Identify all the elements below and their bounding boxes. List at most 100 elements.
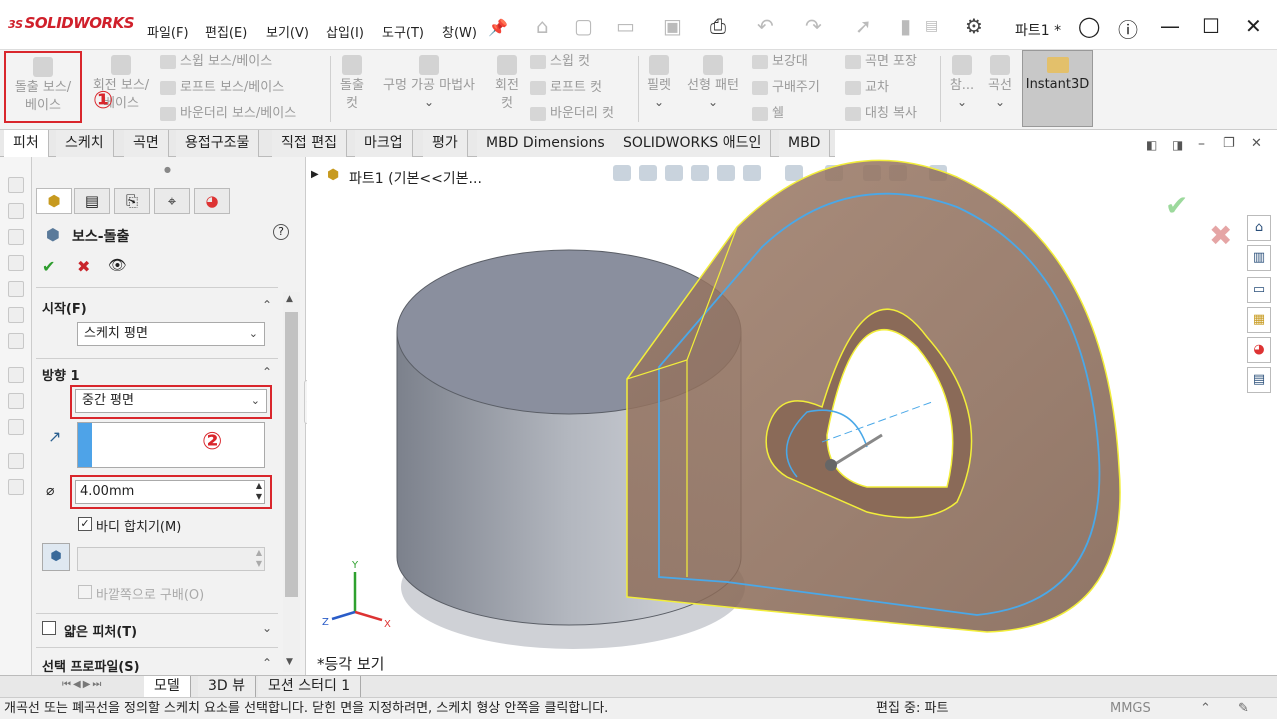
tab-sketch[interactable]: 스케치: [56, 130, 114, 157]
reference-geometry-button[interactable]: 참... ⌄: [945, 55, 979, 109]
from-section-header[interactable]: 시작(F): [42, 298, 87, 317]
tab-dimxpert[interactable]: ⌖: [154, 188, 190, 214]
tab-configuration-manager[interactable]: ⎘: [114, 188, 150, 214]
options-gear-icon[interactable]: ⚙: [965, 14, 983, 38]
menu-tools[interactable]: 도구(T): [382, 22, 424, 41]
spin-down-icon[interactable]: ▼: [256, 492, 262, 502]
scroll-down-icon[interactable]: ▼: [286, 657, 293, 667]
menu-view[interactable]: 보기(V): [266, 22, 309, 41]
taskpane-design-library-icon[interactable]: ▥: [1247, 245, 1271, 271]
tab-feature-manager[interactable]: ⬢: [36, 188, 72, 214]
status-settings-icon[interactable]: ✎: [1238, 698, 1249, 720]
end-condition-select[interactable]: 중간 평면 ⌄: [75, 389, 267, 413]
extrude-boss-button[interactable]: 돌출 보스/ 베이스: [4, 51, 82, 123]
cancel-button[interactable]: ✖: [77, 257, 90, 276]
tab-markup[interactable]: 마크업: [355, 130, 413, 157]
model-graphics[interactable]: Y X Z: [307, 157, 1277, 677]
strip-tool-icon[interactable]: [8, 177, 24, 193]
scroll-up-icon[interactable]: ▲: [286, 294, 293, 304]
hole-wizard-button[interactable]: 구멍 가공 마법사 ⌄: [374, 55, 484, 109]
help-icon[interactable]: ⓘ: [1118, 14, 1138, 43]
tab-mbd[interactable]: MBD: [779, 130, 831, 157]
tab-display-manager[interactable]: ◕: [194, 188, 230, 214]
menu-insert[interactable]: 삽입(I): [326, 22, 364, 41]
tab-motion-study[interactable]: 모션 스터디 1: [258, 676, 362, 698]
strip-tool-icon[interactable]: [8, 255, 24, 271]
chevron-down-icon[interactable]: ⌄: [642, 95, 676, 109]
preview-eye-icon[interactable]: 👁: [108, 256, 127, 274]
pin-icon[interactable]: 📌: [488, 18, 508, 37]
save-icon[interactable]: ▣: [663, 14, 682, 38]
tab-model[interactable]: 모델: [144, 676, 191, 698]
doc-restore-icon[interactable]: ❐: [1223, 136, 1235, 151]
tab-weldments[interactable]: 용접구조물: [176, 130, 260, 157]
fillet-button[interactable]: 필렛 ⌄: [642, 55, 676, 109]
mirror-button[interactable]: 대칭 복사: [845, 103, 917, 125]
strip-tool-icon[interactable]: [8, 453, 24, 469]
spin-down-icon[interactable]: ▼: [256, 559, 262, 569]
taskpane-home-icon[interactable]: ⌂: [1247, 215, 1271, 241]
menu-window[interactable]: 창(W): [442, 22, 477, 41]
rebuild-icon[interactable]: ▮: [900, 14, 911, 38]
loft-boss-button[interactable]: 로프트 보스/베이스: [160, 77, 284, 99]
unit-system[interactable]: MMGS: [1110, 698, 1151, 720]
minimize-icon[interactable]: —: [1160, 14, 1180, 38]
chevron-down-icon[interactable]: ⌄: [374, 95, 484, 109]
expand-chevron-icon[interactable]: ⌄: [262, 621, 272, 635]
select-icon[interactable]: ➚: [855, 14, 872, 38]
selected-contours-header[interactable]: 선택 프로파일(S): [42, 656, 140, 675]
wrap-button[interactable]: 곡면 포장: [845, 51, 917, 73]
user-account-icon[interactable]: ◯: [1078, 14, 1100, 38]
draft-toggle-button[interactable]: ⬢: [42, 543, 70, 571]
taskpane-custom-properties-icon[interactable]: ▤: [1247, 367, 1271, 393]
rib-button[interactable]: 보강대: [752, 51, 808, 73]
draft-outward-checkbox[interactable]: [78, 585, 92, 599]
new-document-icon[interactable]: ▢: [574, 14, 593, 38]
chevron-down-icon[interactable]: ⌄: [945, 95, 979, 109]
solidworks-logo[interactable]: 3S SOLIDWORKS: [8, 14, 135, 32]
extrude-cut-button[interactable]: 돌출 컷: [334, 55, 370, 113]
strip-tool-icon[interactable]: [8, 367, 24, 383]
shell-button[interactable]: 쉘: [752, 103, 784, 125]
print-icon[interactable]: ⎙: [710, 14, 726, 38]
tab-evaluate[interactable]: 평가: [423, 130, 468, 157]
redo-icon[interactable]: ↷: [805, 14, 822, 38]
tab-mbd-dimensions[interactable]: MBD Dimensions: [477, 130, 615, 157]
intersect-button[interactable]: 교차: [845, 77, 889, 99]
from-select[interactable]: 스케치 평면 ⌄: [77, 322, 265, 346]
strip-tool-icon[interactable]: [8, 479, 24, 495]
tab-3d-views[interactable]: 3D 뷰: [198, 676, 257, 698]
sweep-boss-button[interactable]: 스윕 보스/베이스: [160, 51, 272, 73]
menu-edit[interactable]: 편집(E): [205, 22, 247, 41]
doc-close-icon[interactable]: ✕: [1251, 136, 1262, 151]
tab-solidworks-addins[interactable]: SOLIDWORKS 애드인: [614, 130, 772, 157]
tab-scroll-arrows[interactable]: ⏮◀▶⏭: [62, 679, 103, 690]
panel-grip[interactable]: ●: [164, 165, 171, 174]
maximize-icon[interactable]: ☐: [1202, 14, 1220, 38]
file-properties-icon[interactable]: ▤: [925, 18, 938, 34]
merge-result-checkbox[interactable]: ✓: [78, 517, 92, 531]
doc-tile-icon[interactable]: ◨: [1172, 138, 1183, 152]
chevron-down-icon[interactable]: ⌄: [680, 95, 746, 109]
linear-pattern-button[interactable]: 선형 패턴 ⌄: [680, 55, 746, 109]
tab-surfaces[interactable]: 곡면: [124, 130, 169, 157]
doc-tile-icon[interactable]: ◧: [1146, 138, 1157, 152]
strip-tool-icon[interactable]: [8, 281, 24, 297]
open-folder-icon[interactable]: ▭: [616, 14, 635, 38]
collapse-chevron-icon[interactable]: ⌃: [262, 298, 272, 312]
direction-selection-box[interactable]: [77, 422, 265, 468]
direction1-section-header[interactable]: 방향 1: [42, 365, 80, 384]
thin-feature-label[interactable]: 얇은 피처(T): [64, 621, 137, 640]
boundary-cut-button[interactable]: 바운더리 컷: [530, 103, 614, 125]
thin-feature-checkbox[interactable]: [42, 621, 56, 635]
reverse-direction-icon[interactable]: ↗: [48, 427, 61, 446]
drag-handle[interactable]: [825, 459, 837, 471]
ok-button[interactable]: ✔: [42, 257, 55, 276]
swept-cut-button[interactable]: 스윕 컷: [530, 51, 590, 73]
taskpane-appearances-icon[interactable]: ◕: [1247, 337, 1271, 363]
strip-tool-icon[interactable]: [8, 393, 24, 409]
menu-file[interactable]: 파일(F): [147, 22, 189, 41]
spin-up-icon[interactable]: ▲: [256, 481, 262, 491]
curves-button[interactable]: 곡선 ⌄: [983, 55, 1017, 109]
taskpane-file-explorer-icon[interactable]: ▭: [1247, 277, 1271, 303]
